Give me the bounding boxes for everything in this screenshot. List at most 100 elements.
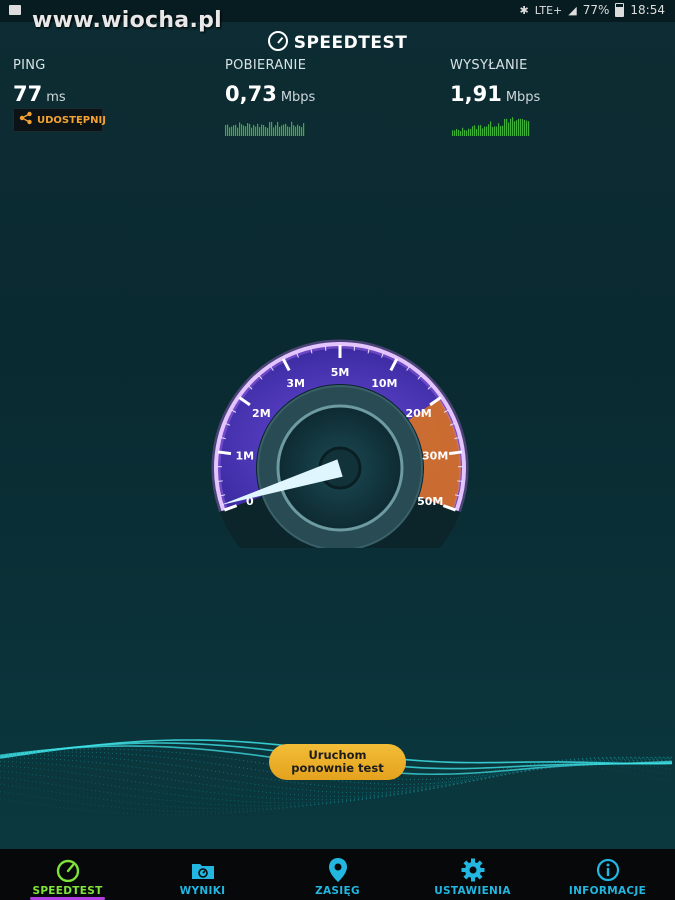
- sparkline-bar: [482, 128, 484, 136]
- status-right: ✱ LTE+ ◢ 77% 18:54: [520, 3, 665, 17]
- gauge-minor-tick: [217, 480, 223, 482]
- sparkline-bar: [301, 127, 303, 136]
- sparkline-bar: [494, 126, 496, 136]
- sparkline-bar: [303, 123, 305, 136]
- sparkline-bar: [504, 118, 506, 136]
- nav-settings[interactable]: USTAWIENIA: [405, 849, 540, 900]
- speedtest-logo-icon: [267, 31, 288, 51]
- sparkline-bar: [472, 126, 474, 136]
- nav-results-label: WYNIKI: [179, 885, 226, 897]
- download-sparkline: [225, 121, 305, 136]
- sparkline-bar: [231, 126, 233, 136]
- gauge-minor-tick: [457, 480, 463, 482]
- sparkline-bar: [502, 125, 504, 136]
- download-label: POBIERANIE: [225, 58, 307, 73]
- sparkline-bar: [249, 123, 251, 136]
- gauge-tick: [448, 450, 463, 456]
- gauge-tick-label: 20M: [406, 407, 432, 420]
- clock: 18:54: [630, 3, 665, 17]
- nav-coverage-label: ZASIĘG: [315, 885, 360, 897]
- upload-label: WYSYŁANIE: [450, 58, 528, 73]
- sparkline-bar: [251, 127, 253, 136]
- sparkline-bar: [227, 124, 229, 136]
- gauge-tick-label: 1M: [236, 449, 255, 462]
- sparkline-bar: [490, 121, 492, 136]
- sparkline-bar: [524, 119, 526, 136]
- ping-number: 77: [13, 82, 43, 106]
- nav-speedtest[interactable]: SPEEDTEST: [0, 849, 135, 900]
- sparkline-bar: [253, 124, 255, 136]
- ping-label: PING: [13, 58, 46, 73]
- sparkline-bar: [273, 127, 275, 136]
- sparkline-bar: [492, 127, 494, 136]
- sparkline-bar: [456, 129, 458, 136]
- bottom-navigation: SPEEDTEST WYNIKI ZASIĘG USTAWIENIA INFOR…: [0, 849, 675, 900]
- gauge-tick-label: 30M: [422, 449, 448, 462]
- download-value: 0,73 Mbps: [225, 82, 315, 106]
- restart-test-button[interactable]: Uruchom ponownie test: [269, 744, 406, 780]
- upload-sparkline: [452, 117, 530, 136]
- sparkline-bar: [225, 124, 227, 136]
- sparkline-bar: [508, 122, 510, 136]
- nav-settings-label: USTAWIENIA: [434, 885, 511, 897]
- results-folder-icon: [190, 858, 216, 882]
- share-button[interactable]: UDOSTĘPNIJ: [13, 108, 106, 132]
- gauge-tick-label: 3M: [286, 377, 305, 390]
- info-icon: [596, 858, 620, 882]
- share-button-label: UDOSTĘPNIJ: [37, 114, 106, 126]
- sparkline-bar: [468, 128, 470, 136]
- sparkline-bar: [476, 129, 478, 136]
- sparkline-bar: [478, 125, 480, 136]
- share-icon: [19, 111, 33, 129]
- sparkline-bar: [239, 122, 241, 136]
- nav-info[interactable]: INFORMACJE: [540, 849, 675, 900]
- download-unit: Mbps: [280, 90, 316, 105]
- sparkline-bar: [500, 125, 502, 136]
- sparkline-bar: [291, 121, 293, 136]
- download-number: 0,73: [225, 82, 277, 106]
- ping-metric: PING 77 ms: [13, 58, 66, 106]
- gauge-tick-label: 2M: [252, 407, 271, 420]
- sparkline-bar: [259, 127, 261, 136]
- gauge-minor-tick: [353, 345, 356, 351]
- sparkline-bar: [267, 127, 269, 136]
- signal-icon: ◢: [568, 3, 577, 17]
- sparkline-bar: [293, 125, 295, 136]
- sparkline-bar: [520, 118, 522, 136]
- sparkline-bar: [498, 123, 500, 136]
- sparkline-bar: [285, 123, 287, 136]
- app-title: SPEEDTEST: [0, 31, 675, 53]
- sparkline-bar: [460, 131, 462, 136]
- sparkline-bar: [480, 125, 482, 136]
- nav-results[interactable]: WYNIKI: [135, 849, 270, 900]
- sparkline-bar: [506, 118, 508, 136]
- sparkline-bar: [526, 120, 528, 136]
- sparkline-bar: [516, 120, 518, 136]
- nav-info-label: INFORMACJE: [568, 885, 647, 897]
- speed-gauge: 01M2M3M5M10M20M30M50M: [211, 339, 469, 548]
- download-metric: POBIERANIE 0,73 Mbps: [225, 58, 315, 106]
- upload-number: 1,91: [450, 82, 502, 106]
- sparkline-bar: [510, 118, 512, 136]
- sparkline-bar: [279, 126, 281, 136]
- app-title-text: SPEEDTEST: [293, 33, 408, 53]
- battery-percent: 77%: [582, 3, 610, 17]
- gauge-tick-label: 10M: [371, 377, 397, 390]
- gauge-tick: [217, 450, 232, 456]
- sparkline-bar: [241, 124, 243, 136]
- sparkline-bar: [458, 129, 460, 136]
- sparkline-bar: [299, 126, 301, 136]
- sparkline-bar: [466, 130, 468, 136]
- sparkline-bar: [257, 123, 259, 136]
- sparkline-bar: [464, 129, 466, 136]
- restart-line2: ponownie test: [291, 761, 384, 775]
- sparkline-bar: [522, 119, 524, 136]
- gauge-tick-label: 5M: [331, 366, 350, 379]
- sparkline-bar: [277, 121, 279, 136]
- nav-coverage[interactable]: ZASIĘG: [270, 849, 405, 900]
- watermark-text: www.wiocha.pl: [32, 8, 222, 33]
- sparkline-bar: [263, 124, 265, 136]
- bluetooth-icon: ✱: [519, 3, 529, 17]
- sparkline-bar: [265, 127, 267, 136]
- sparkline-bar: [452, 130, 454, 136]
